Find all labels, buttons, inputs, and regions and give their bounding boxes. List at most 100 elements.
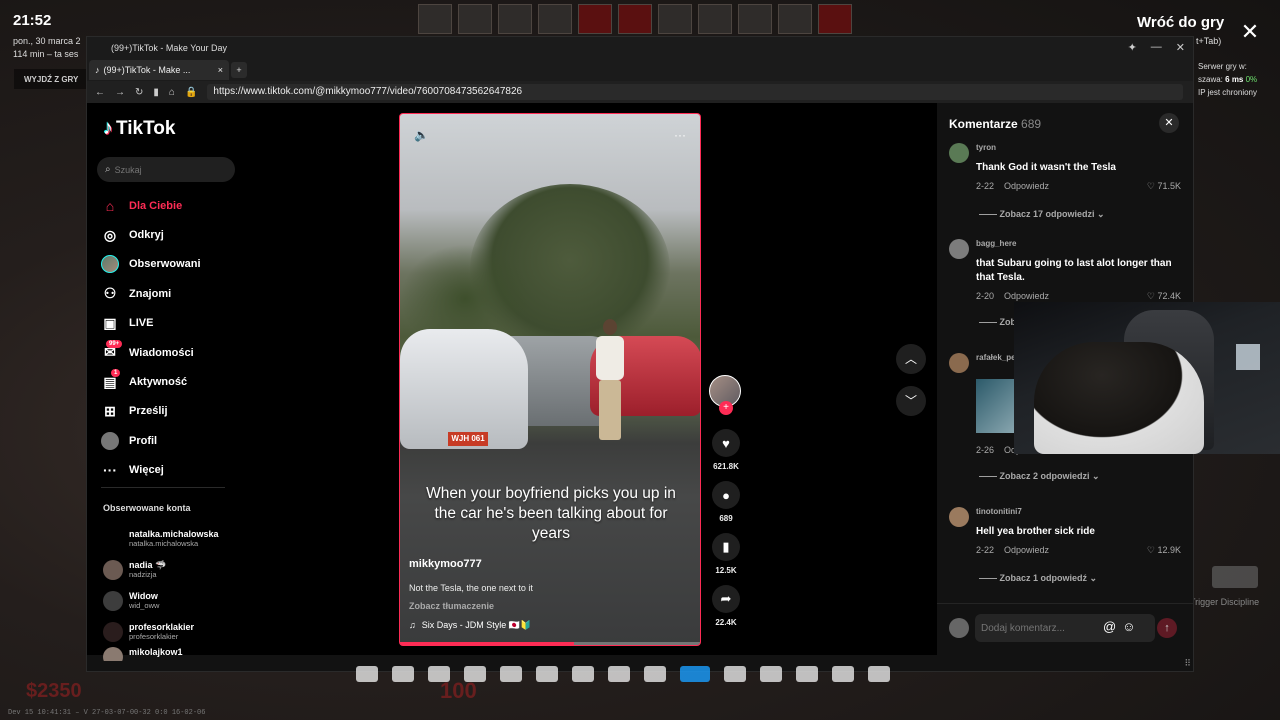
- emoji-icon[interactable]: ☺: [1122, 619, 1135, 634]
- comment-user[interactable]: tinotonitini7: [976, 507, 1022, 516]
- see-translation-link[interactable]: Zobacz tłumaczenie: [409, 601, 494, 611]
- comment-like-button[interactable]: ♡ 12.9K: [1147, 545, 1181, 556]
- reply-button[interactable]: Odpowiedz: [1004, 291, 1049, 302]
- toolbar-slot[interactable]: [572, 666, 594, 682]
- comment-user[interactable]: bagg_here: [976, 239, 1016, 248]
- overlay-clock: 21:52: [13, 12, 52, 29]
- comment-image-thumbnail[interactable]: [976, 379, 1016, 433]
- avatar[interactable]: [949, 353, 969, 373]
- toolbar-slot[interactable]: [644, 666, 666, 682]
- tab-close-icon[interactable]: ×: [218, 65, 223, 75]
- account-name: profesorklakier: [129, 622, 195, 632]
- hud-player-slot: [458, 4, 492, 34]
- save-action[interactable]: ▮ 12.5K: [711, 533, 741, 575]
- forward-icon[interactable]: →: [115, 87, 125, 98]
- toolbar-slot[interactable]: [464, 666, 486, 682]
- view-replies-button[interactable]: —— Zobacz 1 odpowiedź ⌄: [979, 573, 1097, 584]
- sidebar-item-profile[interactable]: Profil: [101, 426, 231, 455]
- share-action[interactable]: ➦ 22.4K: [711, 585, 741, 627]
- mute-icon[interactable]: 🔈: [414, 128, 429, 142]
- reload-icon[interactable]: ↻: [135, 87, 143, 98]
- toolbar-slot[interactable]: [608, 666, 630, 682]
- bookmark-icon[interactable]: ▮: [153, 87, 159, 98]
- back-icon[interactable]: ←: [95, 87, 105, 98]
- resize-grip-icon[interactable]: ⠿: [1184, 658, 1191, 669]
- comment-meta: 2-20 Odpowiedz ♡ 72.4K: [976, 291, 1181, 302]
- search-box[interactable]: ⌕: [97, 157, 235, 182]
- comment-date: 2-20: [976, 291, 995, 301]
- toolbar-slot[interactable]: [868, 666, 890, 682]
- sidebar-item-explore[interactable]: ◎ Odkryj: [101, 220, 231, 249]
- following-account[interactable]: mikolajkow1: [103, 647, 243, 661]
- sidebar-item-more[interactable]: ··· Więcej: [101, 456, 231, 485]
- toolbar-slot[interactable]: [500, 666, 522, 682]
- new-tab-button[interactable]: +: [231, 62, 247, 78]
- follow-plus-icon[interactable]: +: [719, 401, 733, 415]
- following-account[interactable]: natalka.michalowska natalka.michalowska: [103, 523, 243, 554]
- comment-meta: 2-22 Odpowiedz ♡ 71.5K: [976, 181, 1181, 192]
- avatar[interactable]: [949, 143, 969, 163]
- comment-like-button[interactable]: ♡ 72.4K: [1147, 291, 1181, 302]
- toolbar-slot[interactable]: [392, 666, 414, 682]
- heart-icon[interactable]: ♥: [712, 429, 740, 457]
- home-icon[interactable]: ⌂: [169, 87, 175, 98]
- toolbar-slot[interactable]: [796, 666, 818, 682]
- comments-close-icon[interactable]: ✕: [1159, 113, 1179, 133]
- toolbar-slot[interactable]: [428, 666, 450, 682]
- bookmark-icon[interactable]: ▮: [712, 533, 740, 561]
- overlay-close-icon[interactable]: ✕: [1236, 18, 1264, 46]
- like-action[interactable]: ♥ 621.8K: [711, 429, 741, 471]
- view-replies-button[interactable]: —— Zobacz 17 odpowiedzi ⌄: [979, 209, 1105, 220]
- previous-video-button[interactable]: ︿: [896, 344, 926, 374]
- toolbar-slot[interactable]: [760, 666, 782, 682]
- sidebar-item-upload[interactable]: ⊞ Prześlij: [101, 397, 231, 426]
- video-player[interactable]: WJH 061 🔈 ··· When your boyfriend picks …: [399, 113, 701, 646]
- view-replies-button[interactable]: —— Zob: [979, 317, 1016, 327]
- comment-composer: @ ☺ ↑: [937, 603, 1193, 655]
- comment-action[interactable]: ● 689: [711, 481, 741, 523]
- following-account[interactable]: Widow wid_oww: [103, 585, 243, 616]
- reply-button[interactable]: Odpowiedz: [1004, 545, 1049, 556]
- avatar[interactable]: [949, 239, 969, 259]
- exit-game-button[interactable]: WYJDŹ Z GRY: [14, 69, 94, 89]
- sidebar-item-messages[interactable]: ✉ 99+ Wiadomości: [101, 338, 231, 367]
- video-scene-car: [400, 329, 528, 449]
- toolbar-slot[interactable]: [536, 666, 558, 682]
- tiktok-logo[interactable]: ♪ TikTok: [103, 117, 175, 140]
- toolbar-slot[interactable]: [724, 666, 746, 682]
- search-input[interactable]: [114, 164, 225, 175]
- toolbar-slot[interactable]: [356, 666, 378, 682]
- sidebar-item-activity[interactable]: ▤ 1 Aktywność: [101, 367, 231, 396]
- return-to-game-button[interactable]: Wróć do gry: [1137, 14, 1224, 31]
- minimize-icon[interactable]: —: [1151, 41, 1162, 54]
- share-icon[interactable]: ➦: [712, 585, 740, 613]
- comment-icon[interactable]: ●: [712, 481, 740, 509]
- video-music[interactable]: ♫ Six Days - JDM Style 🇯🇵🔰: [409, 620, 531, 631]
- comment-user[interactable]: tyron: [976, 143, 996, 152]
- comment-like-button[interactable]: ♡ 71.5K: [1147, 181, 1181, 192]
- avatar[interactable]: [949, 507, 969, 527]
- url-field[interactable]: https://www.tiktok.com/@mikkymoo777/vide…: [207, 84, 1183, 100]
- following-account[interactable]: profesorklakier profesorklakier: [103, 616, 243, 647]
- view-replies-button[interactable]: —— Zobacz 2 odpowiedzi ⌄: [979, 471, 1100, 482]
- video-author[interactable]: mikkymoo777: [409, 558, 482, 570]
- sidebar-item-for-you[interactable]: ⌂ Dla Ciebie: [101, 191, 231, 220]
- next-video-button[interactable]: ﹀: [896, 386, 926, 416]
- search-icon: ⌕: [105, 164, 111, 175]
- toolbar-slot-active[interactable]: [680, 666, 710, 682]
- close-window-icon[interactable]: ✕: [1176, 41, 1185, 54]
- sidebar-item-friends[interactable]: ⚇ Znajomi: [101, 279, 231, 308]
- send-icon[interactable]: ↑: [1157, 618, 1177, 638]
- comment-user[interactable]: rafałek_pe: [976, 353, 1016, 362]
- following-account[interactable]: nadia 🦈 nadzizja: [103, 554, 243, 585]
- pin-icon[interactable]: ✦: [1128, 41, 1137, 54]
- video-top-controls: 🔈 ···: [414, 128, 686, 142]
- sidebar-item-following[interactable]: Obserwowani: [101, 250, 231, 279]
- reply-button[interactable]: Odpowiedz: [1004, 181, 1049, 192]
- video-progress-bar[interactable]: [400, 642, 700, 645]
- tab-tiktok[interactable]: ♪ (99+)TikTok - Make ... ×: [89, 60, 229, 80]
- toolbar-slot[interactable]: [832, 666, 854, 682]
- video-more-icon[interactable]: ···: [674, 128, 686, 142]
- sidebar-item-live[interactable]: ▣ LIVE: [101, 309, 231, 338]
- mention-icon[interactable]: @: [1103, 619, 1116, 634]
